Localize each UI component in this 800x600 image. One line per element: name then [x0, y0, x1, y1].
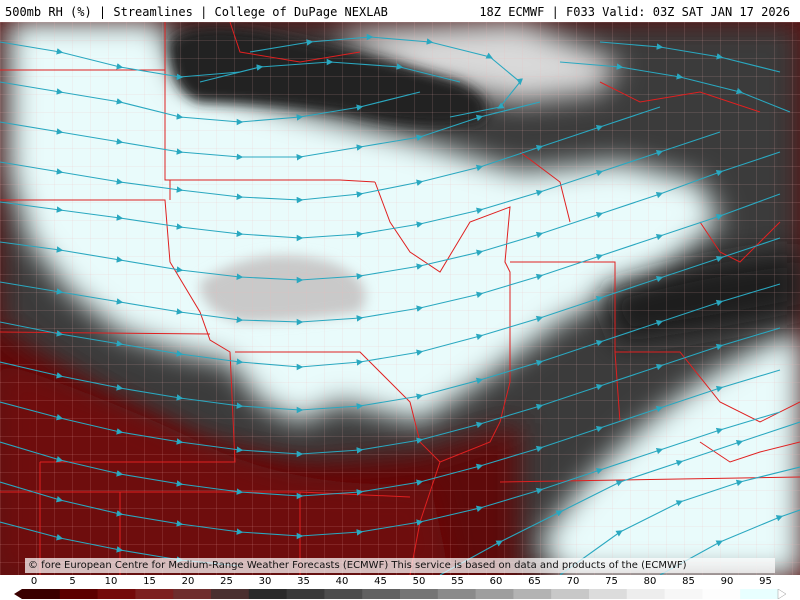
colorbar-tick-label: 25 [220, 576, 233, 587]
colorbar-swatch [664, 589, 703, 599]
weather-map[interactable] [0, 22, 800, 575]
colorbar-swatch [400, 589, 439, 599]
colorbar-swatch [626, 589, 666, 599]
colorbar-swatch [22, 589, 61, 599]
colorbar-tick-label: 70 [566, 576, 580, 587]
colorbar-swatch [475, 589, 514, 599]
colorbar-swatch [589, 589, 628, 599]
colorbar-tick-label: 30 [258, 576, 272, 587]
colorbar-swatch [248, 589, 288, 599]
colorbar-tick-label: 65 [528, 576, 541, 587]
colorbar-tick-label: 15 [143, 576, 156, 587]
colorbar-tick-label: 5 [69, 576, 76, 587]
colorbar-swatch [286, 589, 325, 599]
map-title: 500mb RH (%) | Streamlines | College of … [5, 5, 388, 19]
colorbar-swatch [437, 589, 477, 599]
colorbar-swatch [211, 589, 250, 599]
colorbar-swatch [551, 589, 590, 599]
header-bar: 500mb RH (%) | Streamlines | College of … [0, 0, 800, 22]
colorbar-tick-label: 20 [181, 576, 195, 587]
colorbar-tick-label: 90 [720, 576, 734, 587]
colorbar-tick-label: 10 [104, 576, 118, 587]
colorbar-swatch [740, 589, 779, 599]
colorbar-swatch [324, 589, 363, 599]
model-valid-time: 18Z ECMWF | F033 Valid: 03Z SAT JAN 17 2… [479, 5, 790, 19]
colorbar-tick-label: 85 [682, 576, 695, 587]
colorbar-arrow-left [14, 589, 22, 599]
colorbar-tick-label: 45 [374, 576, 387, 587]
colorbar [14, 589, 786, 599]
colorbar-swatch [59, 589, 99, 599]
copyright-notice: © fore European Centre for Medium-Range … [25, 558, 775, 573]
colorbar-swatch [173, 589, 212, 599]
colorbar-tick-label: 80 [643, 576, 657, 587]
colorbar-tick-label: 40 [335, 576, 349, 587]
rh-streamline-map [0, 22, 800, 575]
colorbar-tick-label: 75 [605, 576, 618, 587]
colorbar-tick-label: 50 [412, 576, 426, 587]
colorbar-swatch [513, 589, 552, 599]
colorbar-tick-label: 0 [30, 576, 38, 587]
colorbar-tick-label: 60 [489, 576, 503, 587]
colorbar-legend: 0 5 10 15 20 25 30 35 40 45 50 55 60 65 70 75 80 85 90 95 [0, 575, 800, 600]
colorbar-tick-label: 55 [451, 576, 464, 587]
colorbar-swatch [135, 589, 174, 599]
colorbar-swatch [702, 589, 741, 599]
colorbar-swatch [97, 589, 136, 599]
colorbar-tick-label: 35 [297, 576, 310, 587]
colorbar-tick-label: 95 [759, 576, 772, 587]
colorbar-swatch [362, 589, 401, 599]
colorbar-arrow-right [777, 589, 786, 599]
